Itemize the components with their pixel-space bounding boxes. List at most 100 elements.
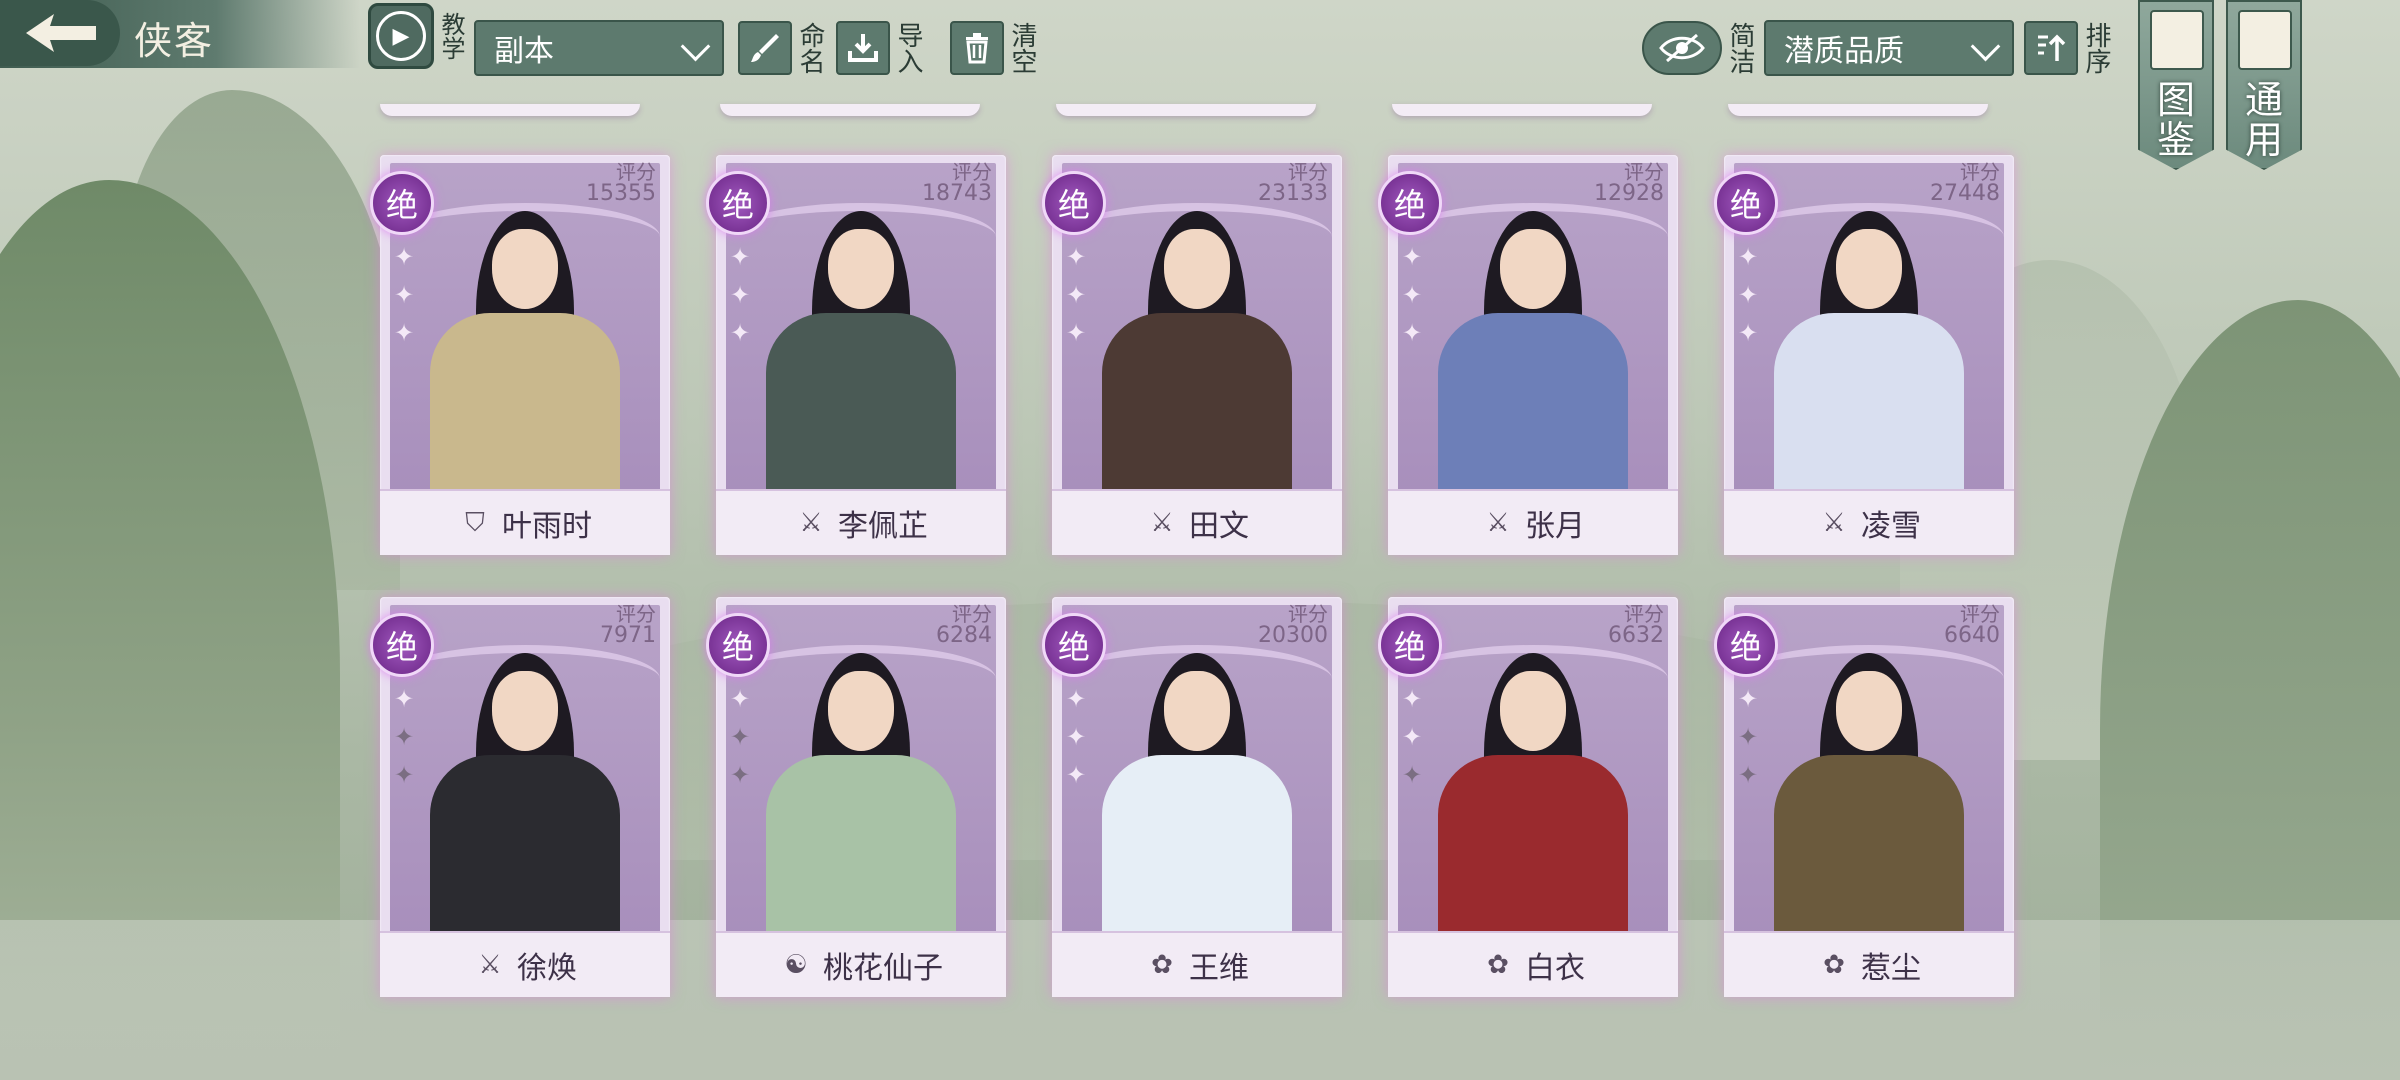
hero-name: 徐焕 [517, 951, 577, 986]
scroll-icon [2238, 10, 2292, 70]
brush-icon [738, 21, 792, 75]
score-label: 评分 [952, 602, 992, 626]
score-value: 12928 [1594, 181, 1664, 206]
star-rating: ✦ ✦ ✦ [1066, 243, 1090, 357]
star-filled-icon: ✦ [1402, 319, 1423, 347]
play-icon: ▶ [368, 3, 434, 69]
top-bar: 侠客 ▶ 教学 副本 命名 导入 清空 简洁 潜质品质 排序 图鉴 通用 [0, 0, 2400, 170]
grade-badge: 绝 [1714, 613, 1778, 677]
score-value: 6632 [1608, 623, 1664, 648]
score-label: 评分 [952, 160, 992, 184]
simple-mode-toggle[interactable]: 简洁 [1642, 20, 1755, 76]
dungeon-filter-value: 副本 [494, 34, 554, 69]
sword-icon: ⚔ [478, 950, 502, 980]
lotus-icon: ✿ [1823, 950, 1845, 980]
simple-mode-label: 简洁 [1725, 22, 1755, 74]
score-label: 评分 [1624, 160, 1664, 184]
grade-badge: 绝 [706, 613, 770, 677]
grade-badge: 绝 [370, 613, 434, 677]
star-filled-icon: ✦ [394, 685, 415, 713]
rename-label: 命名 [795, 22, 825, 74]
atlas-ribbon-button[interactable]: 图鉴 [2138, 0, 2214, 170]
hero-card[interactable]: 评分 27448 绝 ✦ ✦ ✦ ⚔ 凌雪 [1714, 155, 2014, 555]
score-value: 20300 [1258, 623, 1328, 648]
star-filled-icon: ✦ [1738, 319, 1759, 347]
score-label: 评分 [1960, 160, 2000, 184]
sword-icon: ⚔ [799, 508, 823, 538]
sword-icon: ⚔ [1486, 508, 1510, 538]
import-button[interactable]: 导入 [836, 20, 923, 76]
grade-badge: 绝 [1378, 613, 1442, 677]
download-icon [836, 21, 890, 75]
score-label: 评分 [1288, 160, 1328, 184]
partial-card-edge [1392, 104, 1652, 116]
chevron-down-icon [680, 31, 711, 62]
hero-card[interactable]: 评分 6640 绝 ✦ ✦ ✦ ✿ 惹尘 [1714, 597, 2014, 997]
back-button[interactable] [0, 0, 120, 66]
sword-icon: ⚔ [1150, 508, 1174, 538]
partial-card-edge [1728, 104, 1988, 116]
hero-card[interactable]: 评分 15355 绝 ✦ ✦ ✦ ⛉ 叶雨时 [370, 155, 670, 555]
hero-card[interactable]: 评分 6632 绝 ✦ ✦ ✦ ✿ 白衣 [1378, 597, 1678, 997]
score-value: 27448 [1930, 181, 2000, 206]
star-empty-icon: ✦ [394, 761, 415, 789]
partial-card-edge [720, 104, 980, 116]
star-empty-icon: ✦ [1738, 723, 1759, 751]
hero-name: 桃花仙子 [823, 951, 943, 986]
quality-filter-select[interactable]: 潜质品质 [1764, 20, 2014, 76]
sort-label: 排序 [2081, 22, 2111, 74]
grade-badge: 绝 [1042, 613, 1106, 677]
hero-card[interactable]: 评分 20300 绝 ✦ ✦ ✦ ✿ 王维 [1042, 597, 1342, 997]
partial-card-edge [380, 104, 640, 116]
score-value: 6284 [936, 623, 992, 648]
score-label: 评分 [1288, 602, 1328, 626]
star-empty-icon: ✦ [1738, 761, 1759, 789]
star-rating: ✦ ✦ ✦ [1402, 243, 1426, 357]
score-block: 评分 6640 [1944, 603, 2000, 647]
name-bar: ✿ 惹尘 [1724, 931, 2014, 997]
general-label: 通用 [2244, 78, 2283, 162]
score-label: 评分 [1624, 602, 1664, 626]
star-filled-icon: ✦ [394, 319, 415, 347]
page-title: 侠客 [134, 19, 215, 63]
star-filled-icon: ✦ [730, 243, 751, 271]
sort-button[interactable]: 排序 [2024, 20, 2111, 76]
score-block: 评分 6284 [936, 603, 992, 647]
partial-card-edge [1056, 104, 1316, 116]
hero-card[interactable]: 评分 12928 绝 ✦ ✦ ✦ ⚔ 张月 [1378, 155, 1678, 555]
import-label: 导入 [893, 22, 923, 74]
hero-name: 张月 [1525, 509, 1585, 544]
quality-filter-value: 潜质品质 [1784, 34, 1904, 69]
rename-button[interactable]: 命名 [738, 20, 825, 76]
yin-yang-icon: ☯ [784, 950, 808, 980]
star-filled-icon: ✦ [1402, 685, 1423, 713]
star-filled-icon: ✦ [1402, 243, 1423, 271]
score-block: 评分 6632 [1608, 603, 1664, 647]
dungeon-filter-select[interactable]: 副本 [474, 20, 724, 76]
score-value: 15355 [586, 181, 656, 206]
name-bar: ⚔ 张月 [1388, 489, 1678, 555]
star-empty-icon: ✦ [1402, 761, 1423, 789]
star-empty-icon: ✦ [730, 723, 751, 751]
name-bar: ☯ 桃花仙子 [716, 931, 1006, 997]
star-empty-icon: ✦ [730, 761, 751, 789]
hero-card[interactable]: 评分 6284 绝 ✦ ✦ ✦ ☯ 桃花仙子 [706, 597, 1006, 997]
tutorial-button[interactable]: ▶ 教学 [368, 3, 468, 69]
lotus-icon: ✿ [1151, 950, 1173, 980]
hero-name: 王维 [1189, 951, 1249, 986]
score-block: 评分 23133 [1258, 161, 1328, 205]
name-bar: ⚔ 凌雪 [1724, 489, 2014, 555]
hero-card[interactable]: 评分 23133 绝 ✦ ✦ ✦ ⚔ 田文 [1042, 155, 1342, 555]
grade-badge: 绝 [1378, 171, 1442, 235]
name-bar: ✿ 王维 [1052, 931, 1342, 997]
sword-icon: ⚔ [1822, 508, 1846, 538]
hero-card[interactable]: 评分 18743 绝 ✦ ✦ ✦ ⚔ 李佩芷 [706, 155, 1006, 555]
hero-card[interactable]: 评分 7971 绝 ✦ ✦ ✦ ⚔ 徐焕 [370, 597, 670, 997]
back-arrow-icon [26, 14, 96, 52]
general-ribbon-button[interactable]: 通用 [2226, 0, 2302, 170]
score-value: 7971 [600, 623, 656, 648]
star-filled-icon: ✦ [1066, 319, 1087, 347]
star-filled-icon: ✦ [1066, 281, 1087, 309]
star-filled-icon: ✦ [1402, 723, 1423, 751]
clear-button[interactable]: 清空 [950, 20, 1037, 76]
